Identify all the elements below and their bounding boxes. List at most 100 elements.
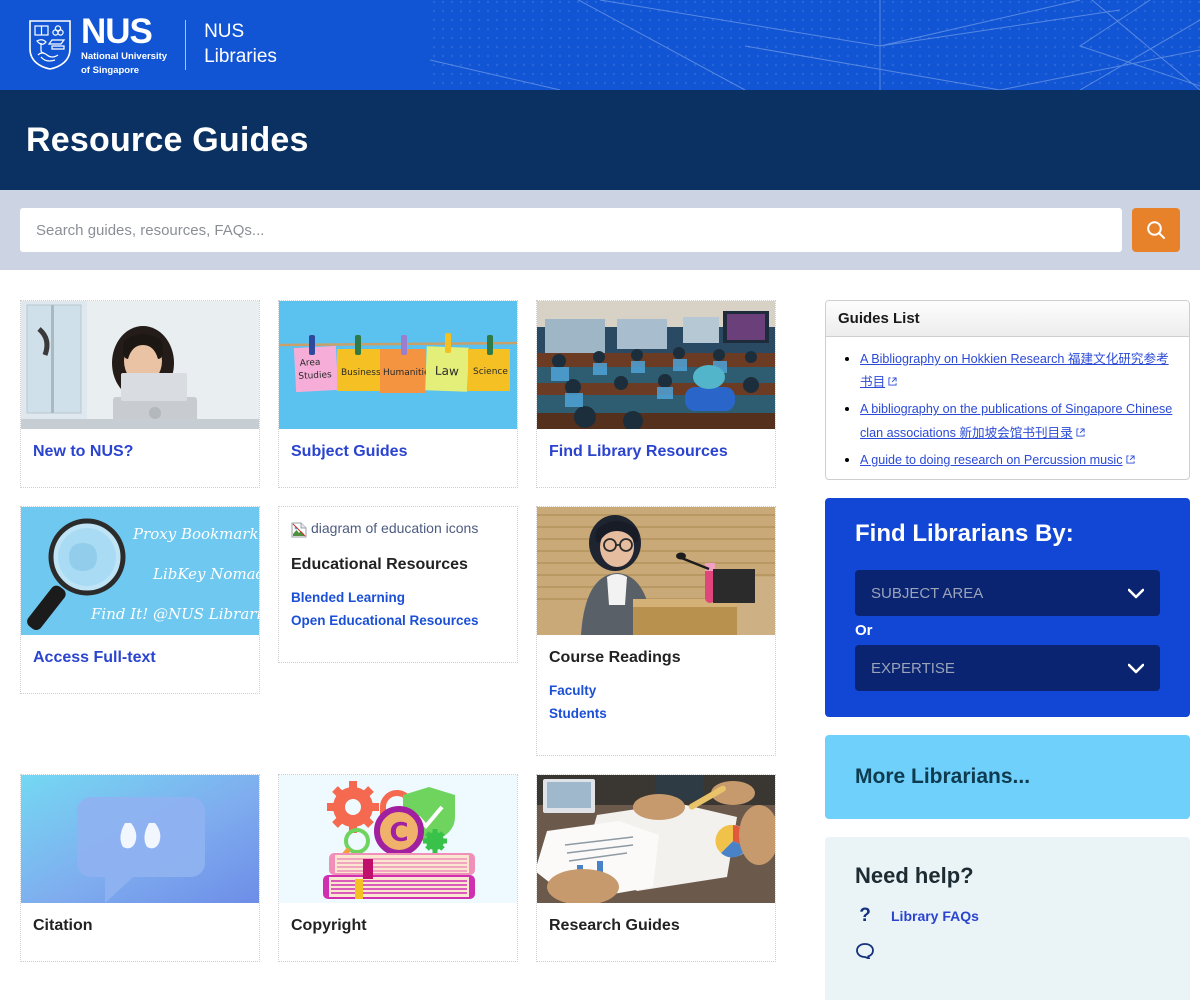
libraries-line2: Libraries [204, 46, 277, 67]
more-librarians-panel[interactable]: More Librarians... [825, 735, 1190, 819]
page-title-band: Resource Guides [0, 90, 1200, 190]
search-icon [1147, 221, 1165, 239]
help-item-chat[interactable] [855, 943, 1160, 965]
external-link-icon [1076, 428, 1085, 437]
subject-area-select-value: SUBJECT AREA [871, 584, 984, 602]
card-research-guides[interactable]: Research Guides [536, 774, 776, 962]
card-body: Citation [21, 903, 259, 961]
search-button[interactable] [1132, 208, 1180, 252]
sublink-open-educational-resources[interactable]: Open Educational Resources [291, 613, 505, 628]
guides-list-link[interactable]: A Bibliography on Hokkien Research 福建文化研… [860, 352, 1169, 389]
guides-list-link[interactable]: A bibliography on the publications of Si… [860, 402, 1172, 439]
svg-text:LibKey Nomad: LibKey Nomad [152, 565, 259, 583]
card-access-full-text[interactable]: Proxy Bookmarklet LibKey Nomad Find It! … [20, 506, 260, 694]
card-thumbnail [537, 507, 775, 635]
lecturer-podium-illustration [537, 507, 775, 635]
card-body: Access Full-text [21, 635, 259, 693]
need-help-panel: Need help? ? Library FAQs [825, 837, 1190, 1000]
card-title: Research Guides [549, 917, 680, 934]
nus-tagline-line2: of Singapore [81, 64, 140, 76]
more-librarians-label: More Librarians... [855, 765, 1031, 788]
svg-text:C: C [389, 818, 408, 848]
card-thumbnail [537, 775, 775, 903]
card-body: Find Library Resources [537, 429, 775, 487]
search-band [0, 190, 1200, 270]
card-new-to-nus[interactable]: New to NUS? [20, 300, 260, 488]
card-find-library-resources[interactable]: Find Library Resources [536, 300, 776, 488]
card-thumbnail [21, 775, 259, 903]
card-title: Course Readings [549, 649, 681, 666]
page-body: New to NUS? Area Studies Business Humani… [0, 270, 1200, 1000]
card-copyright[interactable]: C Copyright [278, 774, 518, 962]
search-input[interactable] [20, 208, 1122, 252]
site-brand-bar: NUS National University of Singapore NUS… [0, 0, 1200, 90]
broken-image-placeholder: diagram of education icons [291, 517, 505, 540]
card-title: Citation [33, 917, 93, 934]
sticky-notes-illustration: Area Studies Business Humanities Law Sci… [279, 301, 517, 429]
expertise-select-value: EXPERTISE [871, 659, 955, 677]
nus-acronym: NUS [81, 11, 153, 51]
page-title: Resource Guides [26, 120, 309, 159]
guides-list-panel: Guides List A Bibliography on Hokkien Re… [825, 300, 1190, 480]
find-librarians-panel: Find Librarians By: SUBJECT AREA Or EXPE… [825, 498, 1190, 717]
svg-text:Proxy Bookmarklet: Proxy Bookmarklet [132, 525, 259, 543]
list-item: A Bibliography on Hokkien Research 福建文化研… [860, 347, 1181, 393]
card-body: Research Guides [537, 903, 775, 961]
card-title: Educational Resources [291, 556, 468, 573]
lecture-theatre-illustration [537, 301, 775, 429]
card-body: diagram of education icons Educational R… [279, 507, 517, 662]
card-thumbnail: Proxy Bookmarklet LibKey Nomad Find It! … [21, 507, 259, 635]
list-item: A bibliography on the publications of Si… [860, 397, 1181, 443]
brand-divider [185, 20, 187, 70]
svg-text:Studies: Studies [298, 370, 332, 382]
card-thumbnail [537, 301, 775, 429]
card-sublinks: Faculty Students [549, 683, 763, 721]
sublink-faculty[interactable]: Faculty [549, 683, 763, 698]
card-educational-resources[interactable]: diagram of education icons Educational R… [278, 506, 518, 663]
card-thumbnail: Area Studies Business Humanities Law Sci… [279, 301, 517, 429]
library-faqs-link[interactable]: Library FAQs [891, 908, 979, 924]
guides-list-heading: Guides List [826, 301, 1189, 337]
desk-research-illustration [537, 775, 775, 903]
svg-text:Area: Area [299, 358, 320, 369]
card-subject-guides[interactable]: Area Studies Business Humanities Law Sci… [278, 300, 518, 488]
chevron-down-icon [1128, 588, 1144, 598]
card-title-link[interactable]: Subject Guides [291, 443, 505, 461]
sublink-blended-learning[interactable]: Blended Learning [291, 590, 505, 605]
card-title-link[interactable]: Access Full-text [33, 649, 247, 667]
student-laptop-illustration [21, 301, 259, 429]
card-thumbnail [21, 301, 259, 429]
subject-area-select[interactable]: SUBJECT AREA [855, 570, 1160, 616]
chat-bubble-icon [855, 943, 875, 965]
nus-wordmark: NUS National University of Singapore [81, 14, 167, 77]
quote-bubble-illustration [21, 775, 259, 903]
expertise-select[interactable]: EXPERTISE [855, 645, 1160, 691]
card-body: New to NUS? [21, 429, 259, 487]
sublink-students[interactable]: Students [549, 706, 763, 721]
external-link-icon [888, 377, 897, 386]
need-help-heading: Need help? [855, 863, 974, 888]
card-thumbnail: C [279, 775, 517, 903]
nus-libraries-wordmark: NUS Libraries [204, 20, 277, 69]
card-sublinks: Blended Learning Open Educational Resour… [291, 590, 505, 628]
chevron-down-icon [1128, 663, 1144, 673]
help-item-library-faqs[interactable]: ? Library FAQs [855, 905, 1160, 927]
card-body: Copyright [279, 903, 517, 961]
card-title-link[interactable]: New to NUS? [33, 443, 247, 461]
list-item: A select list of music scores [860, 475, 1181, 479]
or-label: Or [855, 622, 873, 639]
card-body: Subject Guides [279, 429, 517, 487]
find-librarians-heading: Find Librarians By: [855, 520, 1074, 547]
nus-crest-icon [29, 20, 71, 70]
guides-list-link[interactable]: A guide to doing research on Percussion … [860, 453, 1123, 467]
external-link-icon [1125, 455, 1135, 464]
card-course-readings[interactable]: Course Readings Faculty Students [536, 506, 776, 756]
libraries-line1: NUS [204, 21, 245, 43]
svg-text:Business: Business [341, 368, 381, 378]
nus-tagline-line1: National University [81, 50, 168, 62]
card-citation[interactable]: Citation [20, 774, 260, 962]
guide-card-grid: New to NUS? Area Studies Business Humani… [20, 300, 795, 962]
card-title-link[interactable]: Find Library Resources [549, 443, 763, 461]
copyright-illustration: C [279, 775, 517, 903]
broken-image-icon [291, 522, 307, 538]
